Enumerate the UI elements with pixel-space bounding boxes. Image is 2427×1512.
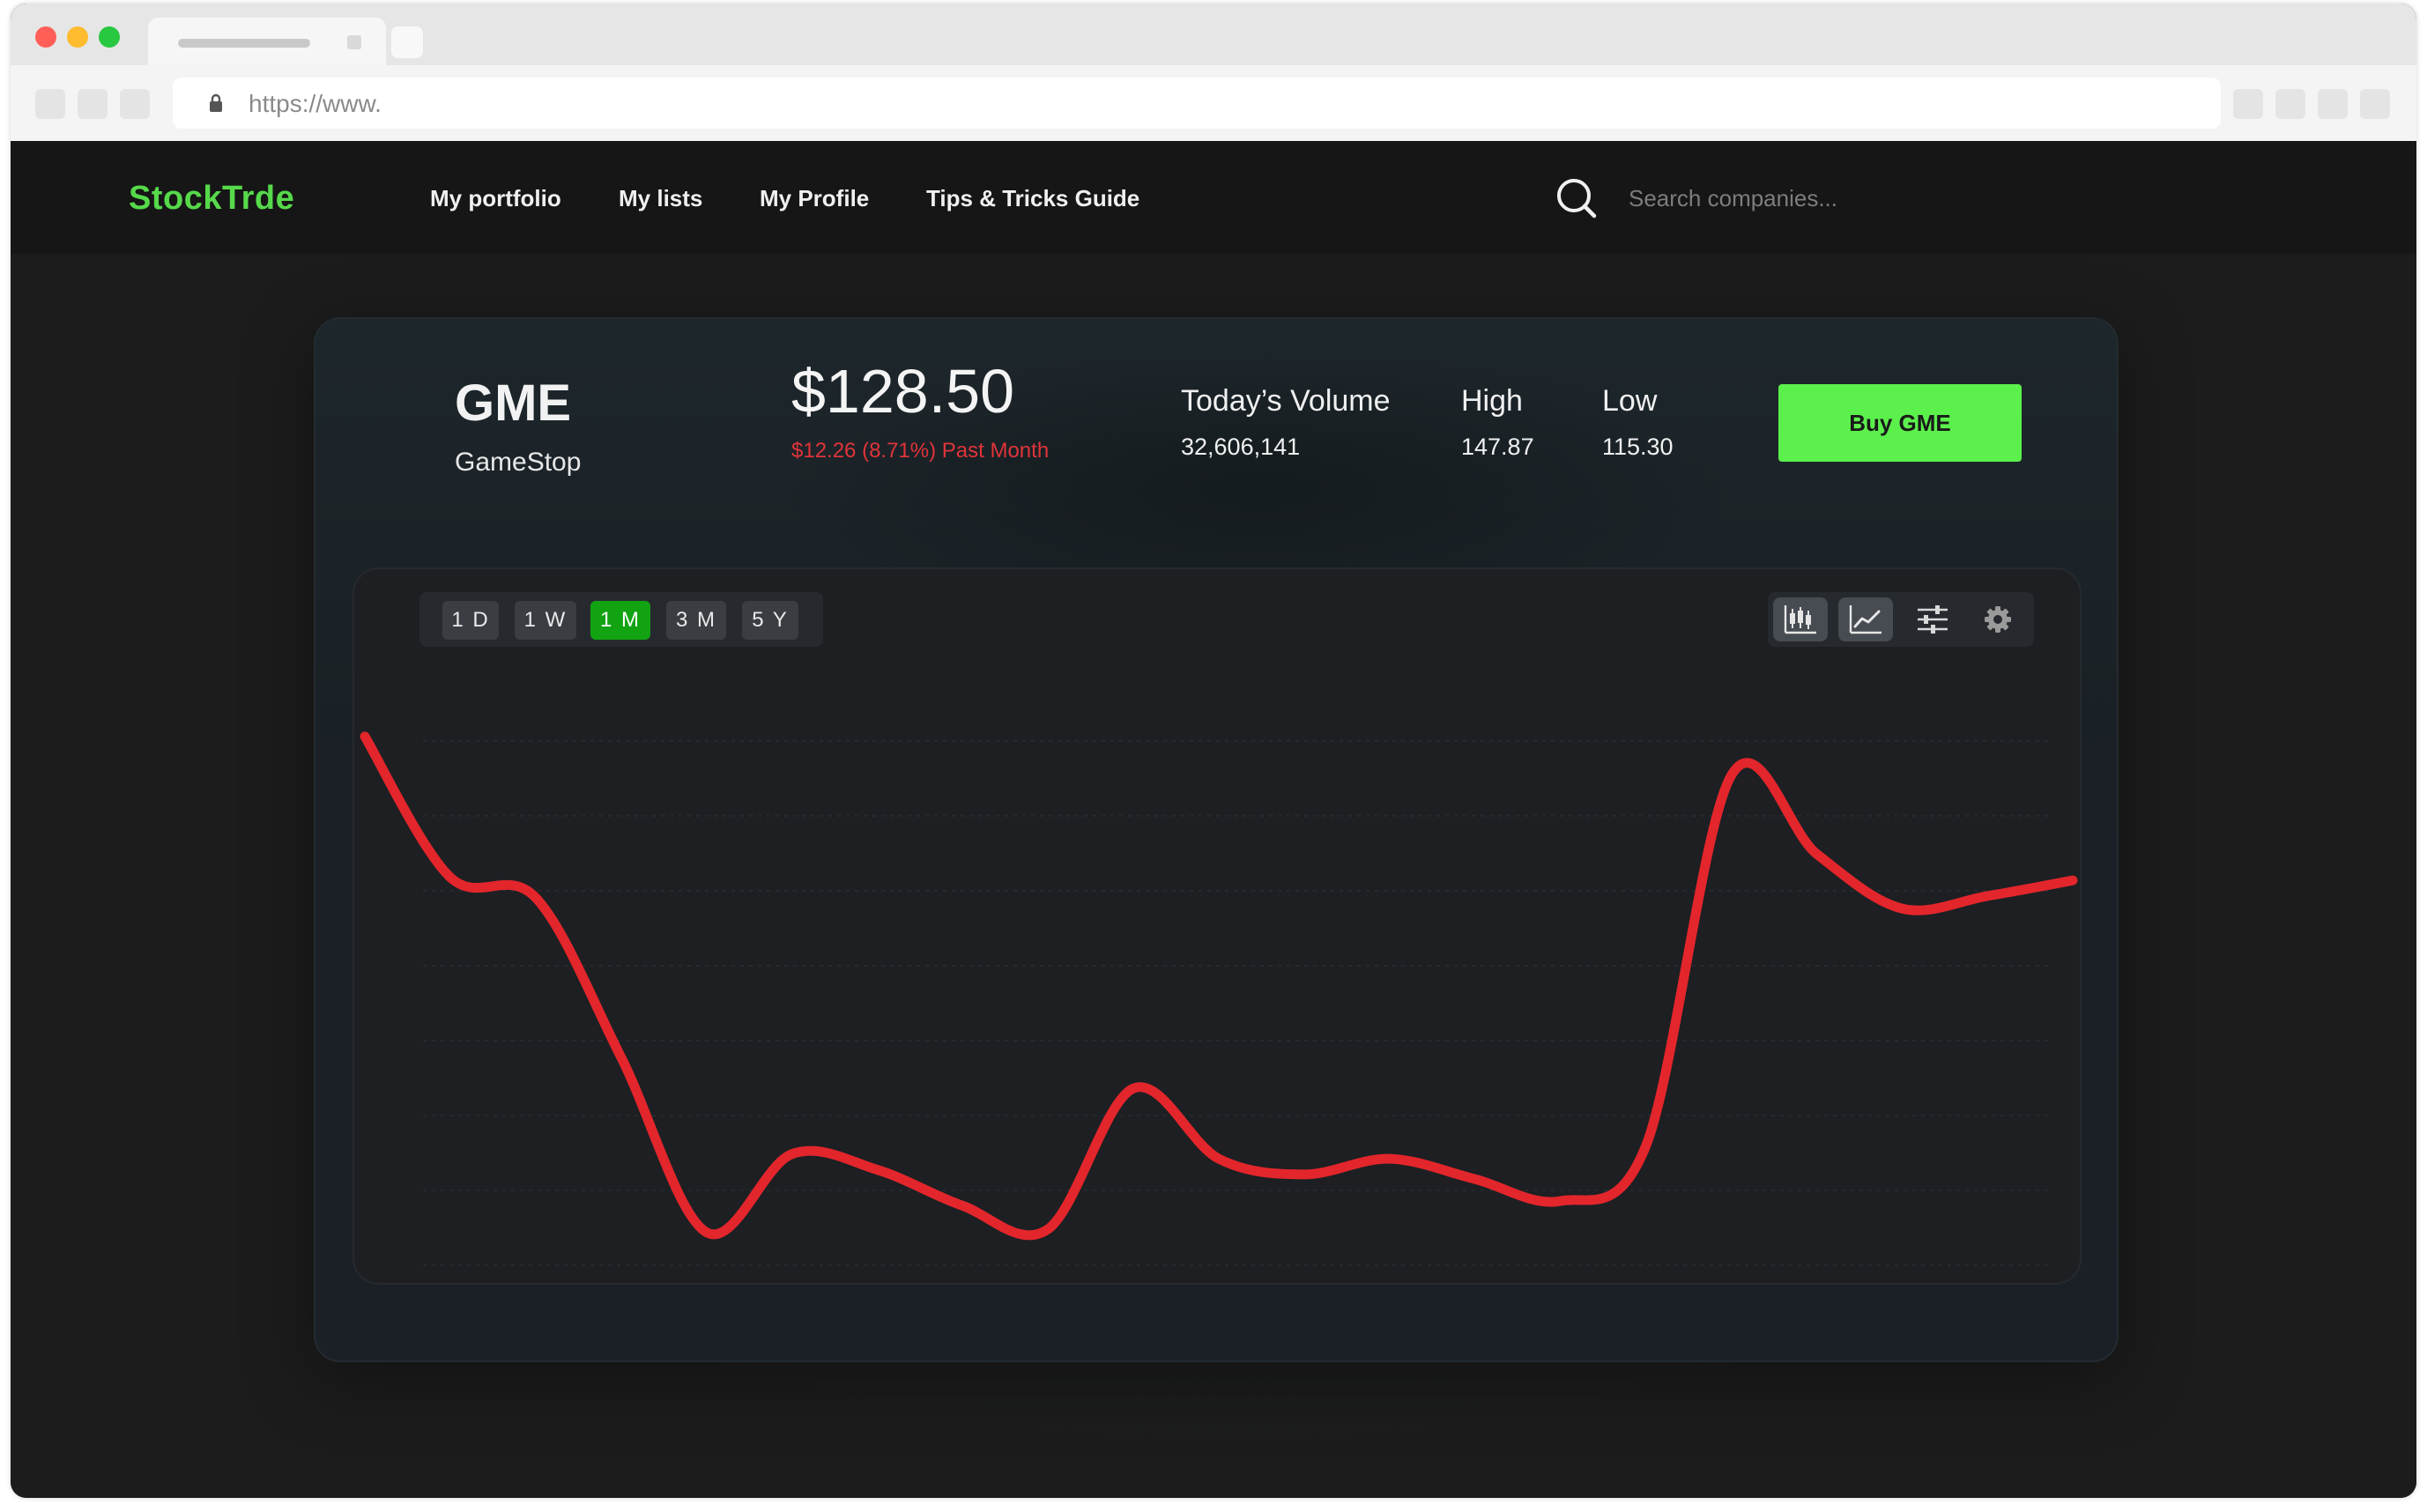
price-point[interactable] [1641, 1141, 1651, 1152]
url-text: https://www. [249, 90, 382, 117]
app-logo[interactable]: StockTrde [129, 180, 294, 218]
company-name: GameStop [455, 448, 582, 477]
price-point[interactable] [787, 1149, 798, 1160]
stock-card: GME GameStop $128.50 $12.26 (8.71%) Past… [314, 317, 2119, 1362]
price-point[interactable] [1299, 1169, 1310, 1180]
nav-link-my-profile[interactable]: My Profile [760, 185, 869, 212]
range-button-3m[interactable]: 3 M [666, 601, 726, 640]
chart-panel: 1 D 1 W 1 M 3 M 5 Y [353, 567, 2082, 1285]
price-chart[interactable] [354, 569, 2082, 1285]
price-point[interactable] [957, 1200, 968, 1211]
price-point[interactable] [531, 893, 541, 903]
top-navbar: StockTrde My portfolio My lists My Profi… [11, 141, 2416, 254]
stock-price: $128.50 [791, 357, 1015, 426]
price-point[interactable] [1896, 903, 1907, 914]
browser-window: https://www. StockTrde My portfolio My l… [11, 4, 2416, 1498]
price-point[interactable] [872, 1165, 882, 1175]
search-input[interactable] [1629, 176, 1999, 220]
tab-close-icon[interactable] [347, 35, 361, 49]
minimize-window-button[interactable] [67, 26, 88, 48]
price-point[interactable] [1726, 770, 1736, 781]
price-point[interactable] [445, 872, 456, 883]
extension-button-1[interactable] [2233, 89, 2263, 119]
search-icon[interactable] [1555, 176, 1599, 220]
nav-link-tips-tricks-guide[interactable]: Tips & Tricks Guide [926, 185, 1139, 212]
candlestick-icon [1784, 605, 1816, 634]
browser-toolbar: https://www. [11, 65, 2416, 141]
low-label: Low [1602, 384, 1658, 418]
time-range-selector: 1 D 1 W 1 M 3 M 5 Y [419, 592, 823, 647]
range-button-5y[interactable]: 5 Y [742, 601, 798, 640]
browser-tab[interactable] [148, 18, 386, 65]
high-label: High [1461, 384, 1523, 418]
reload-button[interactable] [120, 89, 150, 119]
price-point[interactable] [1982, 891, 1993, 901]
price-point[interactable] [701, 1227, 712, 1238]
forward-button[interactable] [78, 89, 108, 119]
low-value: 115.30 [1602, 434, 1674, 460]
line-chart-view-button[interactable] [1838, 597, 1893, 641]
price-change: $12.26 (8.71%) Past Month [791, 439, 1050, 463]
price-point[interactable] [1214, 1153, 1224, 1164]
tab-title-placeholder [178, 39, 310, 48]
candlestick-view-button[interactable] [1773, 597, 1828, 641]
chart-filters-button[interactable] [1905, 597, 1960, 641]
nav-link-my-portfolio[interactable]: My portfolio [430, 185, 561, 212]
volume-value: 32,606,141 [1181, 434, 1301, 460]
range-button-1d[interactable]: 1 D [442, 601, 499, 640]
line-chart-icon [1849, 605, 1881, 634]
price-point[interactable] [1470, 1174, 1481, 1184]
range-button-1m[interactable]: 1 M [590, 601, 650, 640]
price-point[interactable] [1555, 1196, 1566, 1206]
extension-button-4[interactable] [2360, 89, 2390, 119]
lock-icon [210, 93, 222, 112]
range-button-1w[interactable]: 1 W [515, 601, 576, 640]
chart-tools [1768, 592, 2034, 647]
price-point[interactable] [616, 1052, 627, 1063]
sliders-icon [1918, 605, 1948, 634]
gear-icon [1985, 606, 2011, 633]
price-point[interactable] [1128, 1083, 1139, 1093]
maximize-window-button[interactable] [99, 26, 120, 48]
browser-tab-bar [11, 4, 2416, 65]
back-button[interactable] [35, 89, 65, 119]
price-point[interactable] [1811, 849, 1822, 859]
volume-label: Today’s Volume [1181, 384, 1391, 418]
new-tab-button[interactable] [391, 26, 423, 58]
stock-ticker: GME [455, 374, 572, 432]
price-point[interactable] [360, 731, 370, 742]
high-value: 147.87 [1461, 434, 1534, 460]
close-window-button[interactable] [35, 26, 56, 48]
app-viewport: StockTrde My portfolio My lists My Profi… [11, 141, 2416, 1498]
price-point[interactable] [1043, 1224, 1053, 1234]
nav-link-my-lists[interactable]: My lists [619, 185, 702, 212]
chart-settings-button[interactable] [1971, 597, 2025, 641]
address-bar[interactable]: https://www. [173, 78, 2221, 129]
buy-button[interactable]: Buy GME [1778, 384, 2022, 462]
extension-button-2[interactable] [2275, 89, 2305, 119]
extension-button-3[interactable] [2318, 89, 2348, 119]
price-point[interactable] [1384, 1153, 1395, 1164]
price-point[interactable] [2067, 875, 2078, 886]
